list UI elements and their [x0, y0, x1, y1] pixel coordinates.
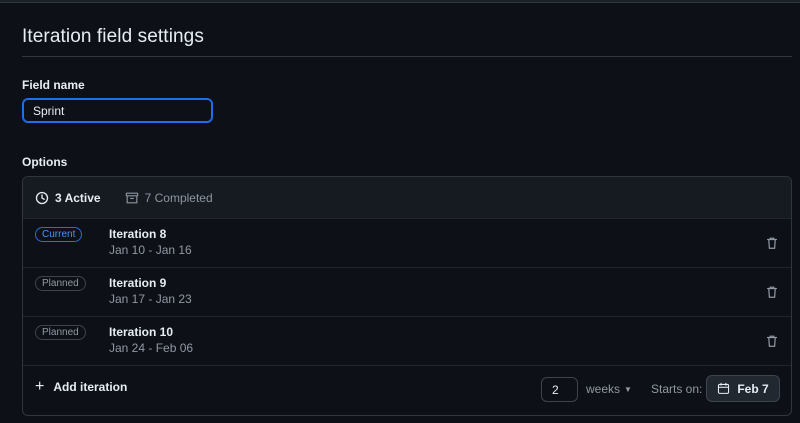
iteration-name[interactable]: Iteration 9	[109, 276, 166, 290]
iteration-dates[interactable]: Jan 17 - Jan 23	[109, 292, 192, 306]
top-border	[0, 0, 800, 3]
caret-down-icon: ▼	[624, 384, 632, 394]
duration-unit-select[interactable]: weeks ▼	[586, 382, 632, 396]
iteration-dates[interactable]: Jan 24 - Feb 06	[109, 341, 193, 355]
iteration-name[interactable]: Iteration 8	[109, 227, 166, 241]
plus-icon: +	[35, 378, 45, 395]
archive-icon	[125, 192, 138, 203]
start-date-button[interactable]: Feb 7	[706, 375, 780, 402]
duration-input[interactable]	[541, 377, 578, 402]
starts-on-label: Starts on:	[651, 382, 703, 396]
status-badge: Planned	[35, 325, 86, 340]
status-badge: Current	[35, 227, 83, 242]
calendar-icon	[718, 382, 730, 394]
add-iteration-label: Add iteration	[53, 380, 128, 394]
trash-icon[interactable]	[765, 285, 779, 299]
iteration-settings-page: Iteration field settings Field name Opti…	[0, 0, 800, 423]
iteration-name[interactable]: Iteration 10	[109, 325, 173, 339]
options-tabs: 3 Active 7 Completed	[23, 177, 791, 219]
iteration-dates[interactable]: Jan 10 - Jan 16	[109, 243, 192, 257]
tab-completed-label: 7 Completed	[144, 190, 213, 205]
options-footer: + Add iteration weeks ▼ Starts on: Feb 7	[23, 366, 791, 415]
tab-completed[interactable]: 7 Completed	[125, 191, 213, 205]
status-badge: Planned	[35, 276, 86, 291]
field-name-input[interactable]	[22, 98, 213, 123]
add-iteration-button[interactable]: + Add iteration	[35, 378, 128, 395]
trash-icon[interactable]	[765, 334, 779, 348]
iteration-row: Planned Iteration 10 Jan 24 - Feb 06	[23, 317, 791, 366]
options-label: Options	[22, 155, 68, 169]
clock-icon	[35, 191, 49, 204]
tab-active[interactable]: 3 Active	[35, 191, 101, 205]
tab-active-label: 3 Active	[55, 190, 101, 205]
iteration-row: Current Iteration 8 Jan 10 - Jan 16	[23, 219, 791, 268]
iteration-row: Planned Iteration 9 Jan 17 - Jan 23	[23, 268, 791, 317]
title-divider	[22, 56, 792, 57]
trash-icon[interactable]	[765, 236, 779, 250]
options-panel: 3 Active 7 Completed Current Iteration 8…	[22, 176, 792, 416]
page-title: Iteration field settings	[22, 26, 204, 47]
duration-unit-label: weeks	[586, 382, 621, 396]
field-name-label: Field name	[22, 78, 85, 92]
start-date-label: Feb 7	[737, 381, 769, 396]
